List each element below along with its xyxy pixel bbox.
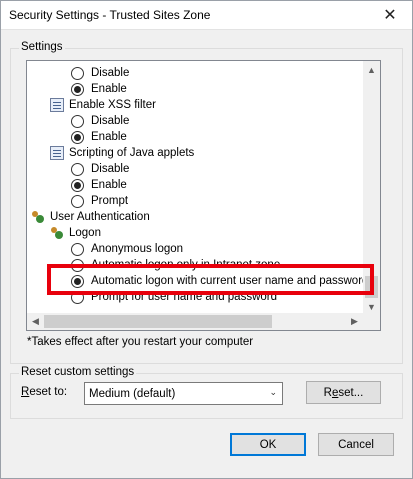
item-label: Prompt	[91, 195, 129, 207]
category-item: User Authentication	[31, 209, 150, 225]
setting-item: Logon	[50, 225, 101, 241]
setting-icon	[50, 146, 64, 160]
item-label: Prompt for user name and password	[91, 291, 278, 303]
horizontal-scroll-thumb[interactable]	[44, 315, 272, 328]
users-icon	[31, 210, 45, 224]
radio-option[interactable]: Automatic logon only in Intranet zone	[71, 257, 280, 273]
scroll-left-arrow-icon[interactable]: ◀	[27, 313, 44, 330]
reset-to-label: Reset to:	[21, 386, 68, 398]
radio-option[interactable]: Prompt for user name and password	[71, 289, 277, 305]
radio-checked-icon[interactable]	[71, 178, 84, 192]
item-label: Disable	[91, 163, 130, 175]
item-label: Anonymous logon	[91, 243, 184, 255]
radio-unchecked-icon[interactable]	[71, 194, 84, 208]
radio-checked-icon[interactable]	[71, 274, 84, 288]
item-label: Enable	[91, 83, 127, 95]
radio-checked-icon[interactable]	[71, 130, 84, 144]
settings-list[interactable]: Disable Enable Enable XSS filter Disable Ena…	[26, 60, 381, 331]
item-label: Logon	[69, 227, 101, 239]
settings-group-legend: Settings	[19, 41, 65, 53]
vertical-scrollbar[interactable]: ▲ ▼	[363, 61, 380, 315]
reset-button[interactable]: Re set...	[306, 381, 381, 404]
radio-checked-icon[interactable]	[71, 82, 84, 96]
radio-option[interactable]: Enable	[71, 177, 127, 193]
scroll-up-arrow-icon[interactable]: ▲	[363, 61, 380, 78]
radio-unchecked-icon[interactable]	[71, 114, 84, 128]
setting-item: Scripting of Java applets	[50, 145, 194, 161]
radio-option[interactable]: Enable	[71, 129, 127, 145]
setting-item: Enable XSS filter	[50, 97, 156, 113]
item-label: Enable	[91, 179, 127, 191]
scroll-right-arrow-icon[interactable]: ▶	[346, 313, 363, 330]
item-label: Automatic logon only in Intranet zone	[91, 259, 281, 271]
cancel-button[interactable]: Cancel	[318, 433, 394, 456]
item-label: Enable	[91, 131, 127, 143]
radio-option[interactable]: Prompt	[71, 193, 128, 209]
item-label: Scripting of Java applets	[69, 147, 195, 159]
item-label: Disable	[91, 115, 130, 127]
users-icon	[50, 226, 64, 240]
horizontal-scrollbar[interactable]: ◀ ▶	[27, 313, 380, 330]
reset-group-legend: Reset custom settings	[19, 366, 137, 378]
radio-option[interactable]: Disable	[71, 65, 129, 81]
item-label: Enable XSS filter	[69, 99, 156, 111]
radio-unchecked-icon[interactable]	[71, 258, 84, 272]
close-button[interactable]: ✕	[367, 0, 413, 30]
radio-option[interactable]: Disable	[71, 161, 129, 177]
window-title: Security Settings - Trusted Sites Zone	[9, 8, 211, 22]
restart-footnote: *Takes effect after you restart your com…	[27, 336, 254, 348]
radio-unchecked-icon[interactable]	[71, 66, 84, 80]
radio-unchecked-icon[interactable]	[71, 162, 84, 176]
radio-unchecked-icon[interactable]	[71, 242, 84, 256]
radio-option[interactable]: Anonymous logon	[71, 241, 183, 257]
setting-icon	[50, 98, 64, 112]
reset-level-select[interactable]: Medium (default) ⌄	[84, 382, 283, 405]
vertical-scroll-thumb[interactable]	[365, 276, 378, 298]
reset-level-value: Medium (default)	[89, 387, 176, 400]
radio-unchecked-icon[interactable]	[71, 290, 84, 304]
item-label: Disable	[91, 67, 130, 79]
radio-option[interactable]: Disable	[71, 113, 129, 129]
radio-option[interactable]: Automatic logon with current user name a…	[71, 273, 368, 289]
title-bar: Security Settings - Trusted Sites Zone ✕	[0, 0, 413, 30]
item-label: Automatic logon with current user name a…	[91, 275, 369, 287]
close-icon: ✕	[383, 7, 397, 24]
item-label: User Authentication	[50, 211, 150, 223]
chevron-down-icon: ⌄	[269, 387, 277, 397]
ok-button[interactable]: OK	[230, 433, 306, 456]
radio-option[interactable]: Enable	[71, 81, 127, 97]
